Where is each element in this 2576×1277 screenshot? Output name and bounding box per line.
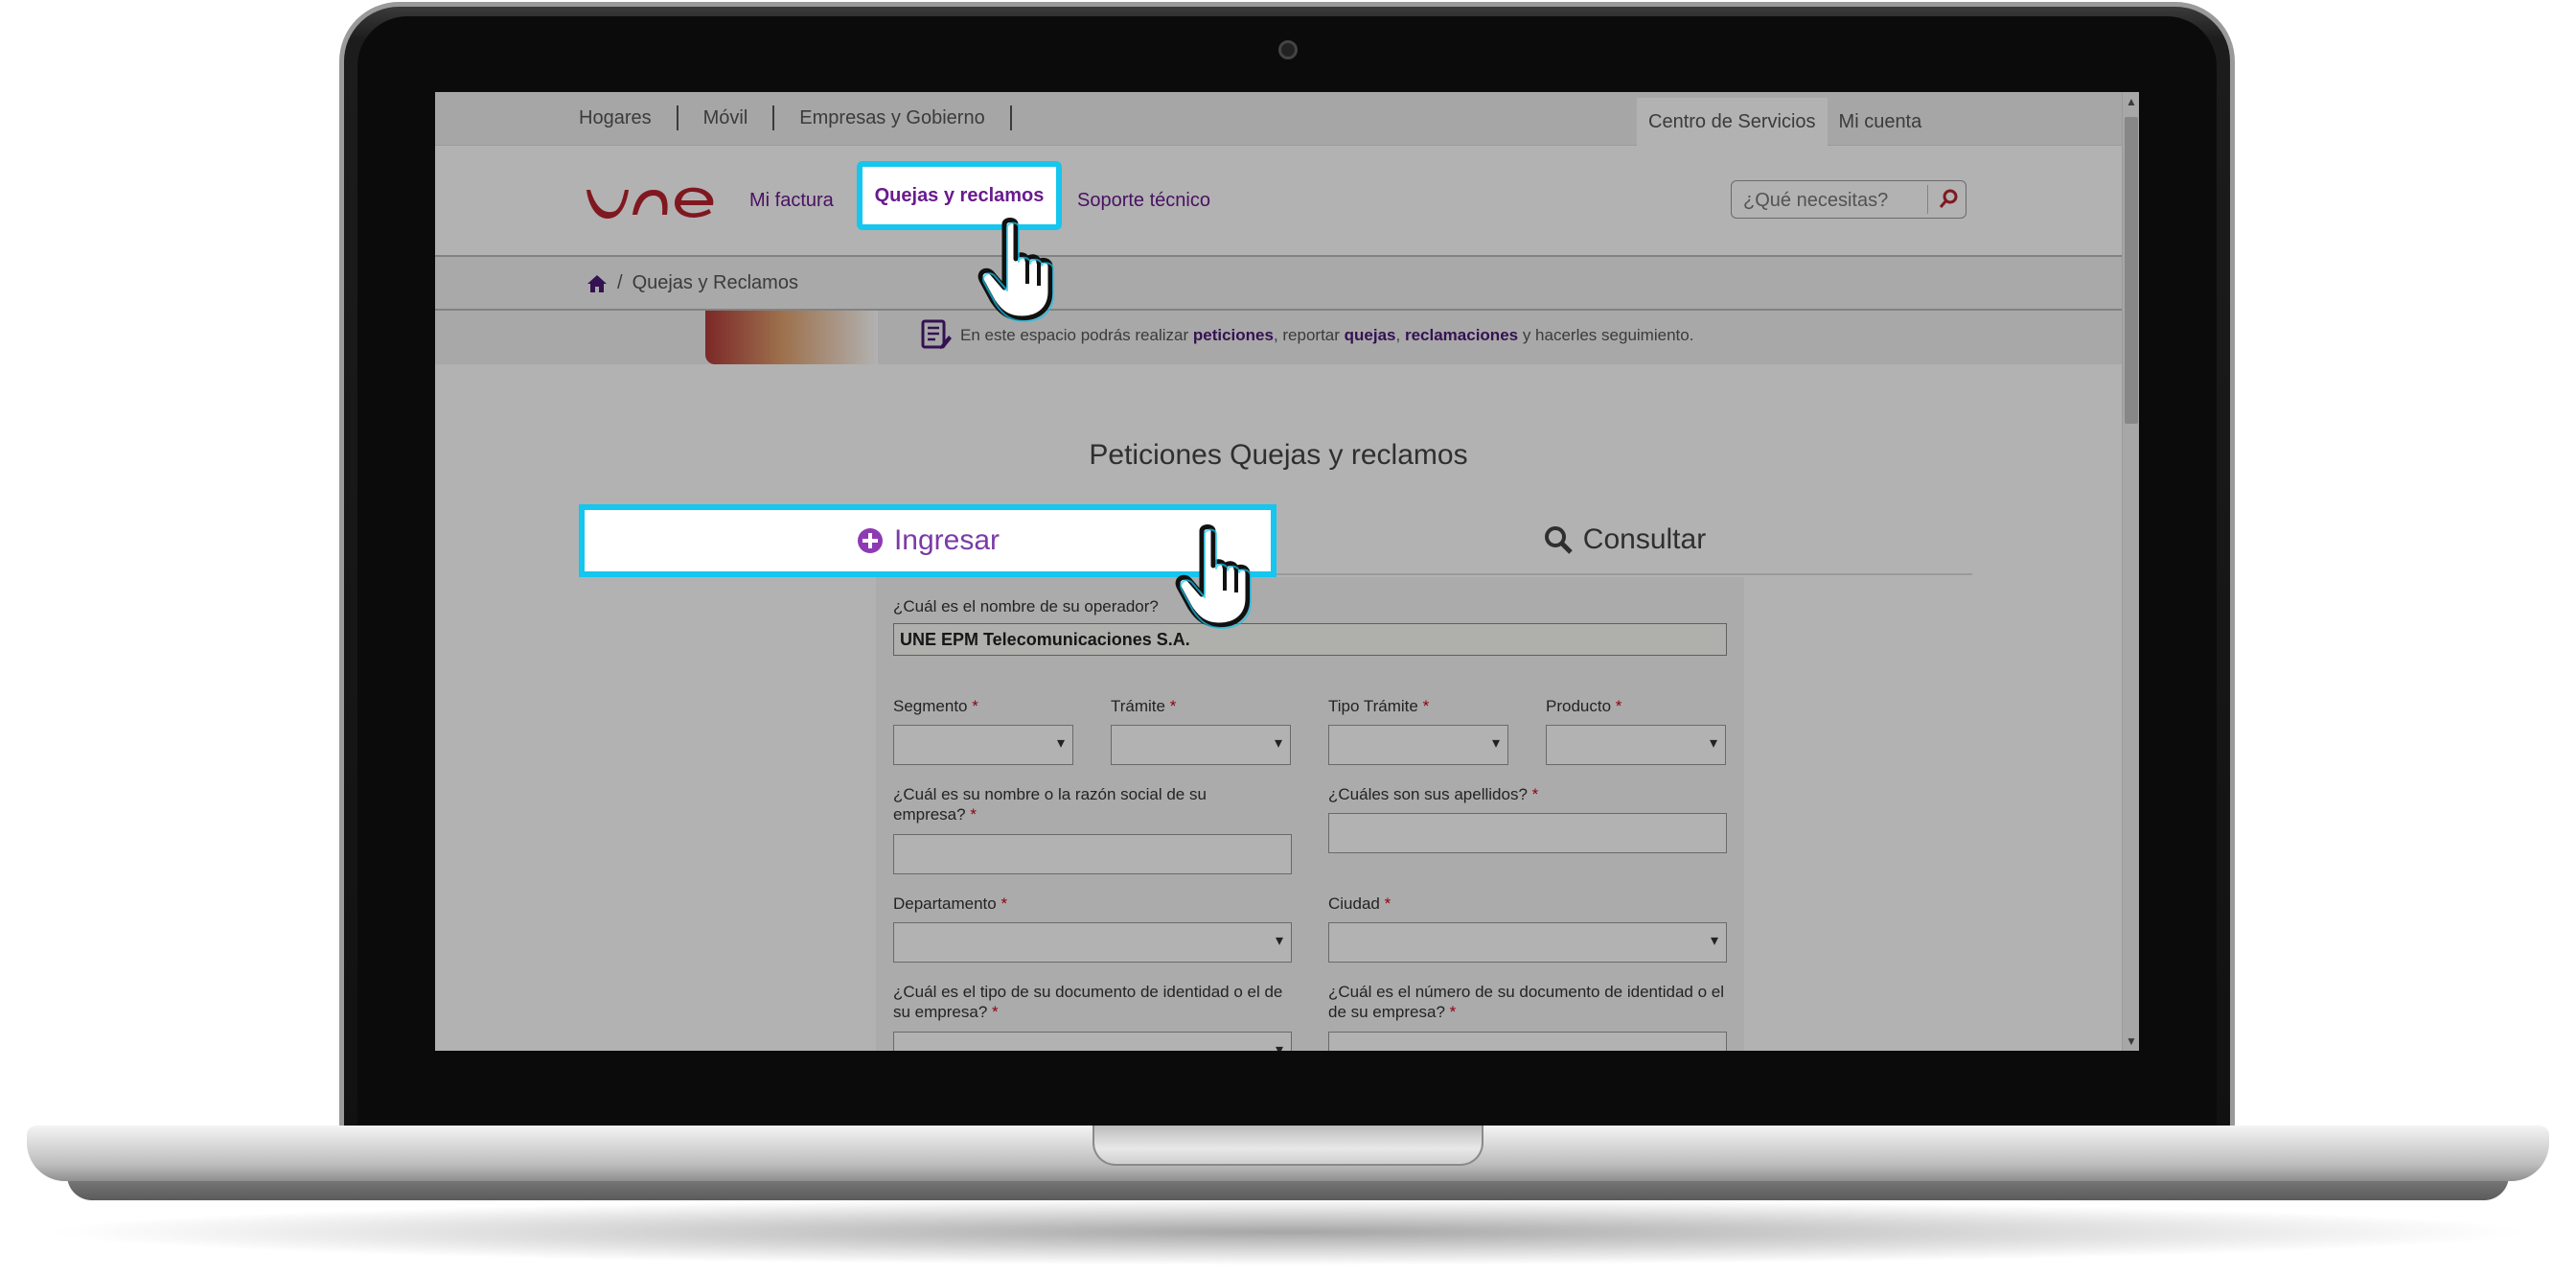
document-icon	[921, 319, 952, 349]
operator-value: UNE EPM Telecomunicaciones S.A.	[900, 630, 1190, 649]
top-nav-empresas[interactable]: Empresas y Gobierno	[774, 105, 1012, 130]
tab-ingresar[interactable]: Ingresar	[579, 504, 1276, 577]
tab-ingresar-label: Ingresar	[893, 524, 1000, 556]
hand-pointer-icon	[1175, 524, 1252, 629]
tramite-label: Trámite *	[1111, 697, 1177, 715]
segmento-label: Segmento *	[893, 697, 978, 715]
breadcrumb-separator: /	[617, 272, 623, 293]
laptop-notch	[1092, 1126, 1484, 1166]
numero-documento-input[interactable]	[1328, 1032, 1727, 1051]
nav-mi-factura[interactable]: Mi factura	[749, 190, 834, 212]
ciudad-label: Ciudad *	[1328, 894, 1392, 913]
nav-soporte-tecnico[interactable]: Soporte técnico	[1077, 190, 1210, 212]
tipo-tramite-label: Tipo Trámite *	[1328, 697, 1430, 715]
page-title: Peticiones Quejas y reclamos	[1089, 439, 1468, 471]
browser-screen: Hogares Móvil Empresas y Gobierno Centro…	[435, 92, 2139, 1051]
tipo-documento-select[interactable]	[893, 1032, 1292, 1051]
top-nav-hogares[interactable]: Hogares	[579, 105, 678, 130]
departamento-label: Departamento *	[893, 894, 1008, 913]
tipo-documento-label: ¿Cuál es el tipo de su documento de iden…	[893, 983, 1283, 1021]
search-icon	[1544, 526, 1573, 554]
tab-consultar[interactable]: Consultar	[1276, 506, 1972, 575]
apellidos-input[interactable]	[1328, 813, 1727, 853]
breadcrumb-current: Quejas y Reclamos	[632, 272, 798, 293]
departamento-select[interactable]	[893, 922, 1292, 963]
top-right-tabs: Centro de Servicios Mi cuenta	[1637, 98, 1933, 146]
top-nav-movil[interactable]: Móvil	[678, 105, 775, 130]
info-banner: En este espacio podrás realizar peticion…	[435, 311, 2122, 364]
search-button[interactable]	[1927, 185, 1966, 214]
operator-field[interactable]: UNE EPM Telecomunicaciones S.A.	[893, 623, 1727, 656]
tramite-select[interactable]	[1111, 725, 1291, 765]
webcam	[1278, 40, 1298, 59]
main-nav: Mi factura Quejas y reclamos Soporte téc…	[435, 146, 2122, 255]
producto-select[interactable]	[1546, 725, 1726, 765]
top-nav: Hogares Móvil Empresas y Gobierno	[579, 105, 1012, 130]
producto-label: Producto *	[1546, 697, 1622, 715]
breadcrumb: / Quejas y Reclamos	[435, 255, 2122, 311]
nombre-label: ¿Cuál es su nombre o la razón social de …	[893, 785, 1207, 824]
hand-pointer-icon	[978, 218, 1054, 322]
laptop-shadow	[38, 1198, 2538, 1265]
segmento-select[interactable]	[893, 725, 1073, 765]
nombre-input[interactable]	[893, 834, 1292, 874]
scroll-up-arrow[interactable]: ▲	[2123, 92, 2139, 111]
search-input[interactable]: ¿Qué necesitas?	[1743, 190, 1888, 212]
operator-label: ¿Cuál es el nombre de su operador?	[893, 597, 1159, 615]
numero-documento-label: ¿Cuál es el número de su documento de id…	[1328, 983, 1724, 1021]
nav-quejas-label: Quejas y reclamos	[874, 184, 1045, 206]
top-strip: Hogares Móvil Empresas y Gobierno Centro…	[435, 92, 2122, 146]
tab-mi-cuenta[interactable]: Mi cuenta	[1828, 98, 1934, 146]
apellidos-label: ¿Cuáles son sus apellidos? *	[1328, 785, 1539, 803]
scrollbar[interactable]: ▲ ▼	[2122, 92, 2139, 1051]
scroll-down-arrow[interactable]: ▼	[2123, 1032, 2139, 1051]
banner-photo	[705, 311, 878, 364]
plus-circle-icon	[857, 528, 883, 553]
tipo-tramite-select[interactable]	[1328, 725, 1508, 765]
ciudad-select[interactable]	[1328, 922, 1727, 963]
tab-consultar-label: Consultar	[1582, 523, 1707, 555]
scroll-thumb[interactable]	[2125, 117, 2138, 424]
banner-text: En este espacio podrás realizar peticion…	[960, 326, 1694, 344]
search-box[interactable]: ¿Qué necesitas?	[1731, 180, 1966, 219]
complaint-form: ¿Cuál es el nombre de su operador? UNE E…	[876, 577, 1744, 1051]
search-icon	[1939, 189, 1958, 208]
une-logo[interactable]	[586, 176, 717, 222]
home-icon[interactable]	[586, 274, 608, 293]
tab-centro-de-servicios[interactable]: Centro de Servicios	[1637, 98, 1828, 146]
